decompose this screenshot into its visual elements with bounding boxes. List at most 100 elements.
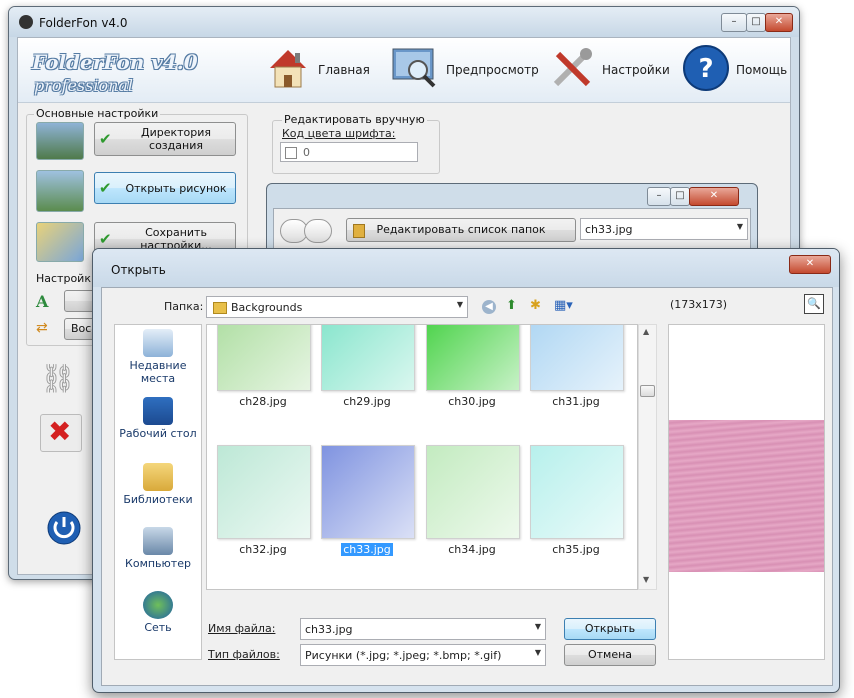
settings-group-title: Настройки: [34, 272, 101, 285]
up-folder-icon[interactable]: ⬆: [506, 298, 517, 313]
preview-image: [669, 420, 824, 572]
file-thumbnail[interactable]: [426, 325, 520, 391]
creation-directory-button[interactable]: ✔ Директория создания: [94, 122, 236, 156]
tools-icon: [553, 48, 592, 87]
nav-help[interactable]: ? Помощь: [682, 44, 787, 94]
font-color-checkbox[interactable]: [285, 147, 297, 159]
file-thumbnail[interactable]: [426, 445, 520, 539]
open-button[interactable]: Открыть: [564, 618, 656, 640]
dialog-title-bar[interactable]: Открыть ✕: [93, 249, 839, 287]
file-name-label[interactable]: ch29.jpg: [312, 395, 422, 408]
desktop-icon: [143, 397, 173, 425]
red-x-icon: ✖: [48, 415, 72, 448]
delete-icon-frame[interactable]: ✖: [40, 414, 82, 452]
app-icon: [19, 15, 33, 29]
scroll-down-icon[interactable]: ▼: [643, 575, 649, 584]
folder-value: Backgrounds: [231, 301, 303, 314]
place-computer-label: Компьютер: [125, 557, 191, 570]
recent-places-icon: [143, 329, 173, 357]
place-libraries[interactable]: Библиотеки: [115, 463, 201, 506]
file-thumbnail[interactable]: [321, 445, 415, 539]
file-name-text: ch29.jpg: [343, 395, 391, 408]
maximize-button[interactable]: □: [746, 13, 766, 32]
file-name-label[interactable]: ch34.jpg: [417, 543, 527, 556]
file-name-text: ch32.jpg: [239, 543, 287, 556]
app-logo-title: FolderFon v4.0: [32, 50, 198, 74]
nav-preview[interactable]: Предпросмотр: [392, 44, 542, 94]
file-name-label[interactable]: ch32.jpg: [208, 543, 318, 556]
file-name-label[interactable]: ch31.jpg: [521, 395, 631, 408]
scroll-thumb[interactable]: [640, 385, 655, 397]
mini-close-button[interactable]: ✕: [689, 187, 739, 206]
nav-settings-label: Настройки: [602, 63, 670, 77]
computer-icon: [143, 527, 173, 555]
place-network[interactable]: Сеть: [115, 591, 201, 634]
power-icon[interactable]: [46, 510, 82, 546]
mini-maximize-button[interactable]: □: [670, 187, 690, 206]
libraries-icon: [143, 463, 173, 491]
filename-value: ch33.jpg: [305, 623, 353, 636]
font-letter-icon: A: [36, 292, 49, 311]
chevron-down-icon: ▼: [534, 622, 541, 631]
filetype-combo[interactable]: Рисунки (*.jpg; *.jpeg; *.bmp; *.gif) ▼: [300, 644, 546, 666]
file-thumbnail[interactable]: [530, 445, 624, 539]
check-icon: ✔: [99, 130, 112, 148]
mini-minimize-button[interactable]: –: [647, 187, 671, 206]
nav-home[interactable]: Главная: [264, 44, 374, 94]
chevron-down-icon: ▼: [534, 648, 541, 657]
cancel-button[interactable]: Отмена: [564, 644, 656, 666]
minimize-button[interactable]: –: [721, 13, 747, 32]
file-name-text: ch28.jpg: [239, 395, 287, 408]
view-menu-icon[interactable]: ▦▾: [554, 298, 573, 313]
edit-folder-list-button[interactable]: Редактировать список папок: [346, 218, 576, 242]
scroll-up-icon[interactable]: ▲: [643, 327, 649, 336]
network-icon: [143, 591, 173, 619]
nav-settings[interactable]: Настройки: [548, 44, 670, 94]
main-title-bar[interactable]: FolderFon v4.0 – □ ✕: [9, 7, 799, 37]
save-settings-icon: [36, 222, 84, 262]
open-picture-button[interactable]: ✔ Открыть рисунок: [94, 172, 236, 204]
font-color-field[interactable]: 0: [280, 142, 418, 162]
chain-link-icon: ⛓: [40, 362, 76, 395]
nav-preview-label: Предпросмотр: [446, 63, 539, 77]
file-select-combo[interactable]: ch33.jpg ▼: [580, 218, 748, 240]
dialog-client: Папка: Backgrounds ▼ ◀ ⬆ ✱ ▦▾ (173x173) …: [101, 287, 833, 686]
file-name-label[interactable]: ch35.jpg: [521, 543, 631, 556]
chevron-down-icon: ▼: [456, 300, 463, 309]
file-name-text: ch35.jpg: [552, 543, 600, 556]
filename-combo[interactable]: ch33.jpg ▼: [300, 618, 546, 640]
main-window-title: FolderFon v4.0: [39, 16, 128, 30]
font-color-label: Код цвета шрифта:: [282, 127, 396, 140]
file-name-label[interactable]: ch33.jpg: [312, 542, 422, 557]
manual-edit-title: Редактировать вручную: [282, 113, 427, 126]
folder-label: Папка:: [164, 300, 204, 313]
file-name-text: ch30.jpg: [448, 395, 496, 408]
round-right-button[interactable]: [304, 219, 332, 243]
nav-help-label: Помощь: [736, 63, 788, 77]
filetype-value: Рисунки (*.jpg; *.jpeg; *.bmp; *.gif): [305, 649, 502, 662]
swap-arrows-icon: ⇄: [36, 320, 48, 336]
place-recent[interactable]: Недавние места: [115, 329, 201, 385]
file-thumbnail[interactable]: [321, 325, 415, 391]
preview-toggle-icon[interactable]: 🔍: [804, 294, 824, 314]
nav-home-label: Главная: [318, 63, 370, 77]
place-computer[interactable]: Компьютер: [115, 527, 201, 570]
file-thumbnail[interactable]: [217, 445, 311, 539]
place-desktop[interactable]: Рабочий стол: [115, 397, 201, 440]
close-button[interactable]: ✕: [765, 13, 793, 32]
new-folder-icon[interactable]: ✱: [530, 298, 541, 313]
file-thumbnail[interactable]: [217, 325, 311, 391]
folder-combo[interactable]: Backgrounds ▼: [206, 296, 468, 318]
back-arrow-icon[interactable]: ◀: [482, 300, 496, 314]
file-thumbnail[interactable]: [530, 325, 624, 391]
file-list[interactable]: ch28.jpg ch29.jpg ch30.jpg ch31.jpg ch32.jpg…: [206, 324, 638, 590]
edit-folder-list-label: Редактировать список папок: [376, 223, 546, 236]
dialog-close-button[interactable]: ✕: [789, 255, 831, 274]
file-name-label[interactable]: ch30.jpg: [417, 395, 527, 408]
place-recent-label: Недавние места: [129, 359, 187, 385]
file-name-text: ch33.jpg: [340, 542, 394, 557]
file-list-scrollbar[interactable]: ▲ ▼: [638, 324, 657, 590]
place-desktop-label: Рабочий стол: [119, 427, 197, 440]
file-name-label[interactable]: ch28.jpg: [208, 395, 318, 408]
place-network-label: Сеть: [144, 621, 172, 634]
